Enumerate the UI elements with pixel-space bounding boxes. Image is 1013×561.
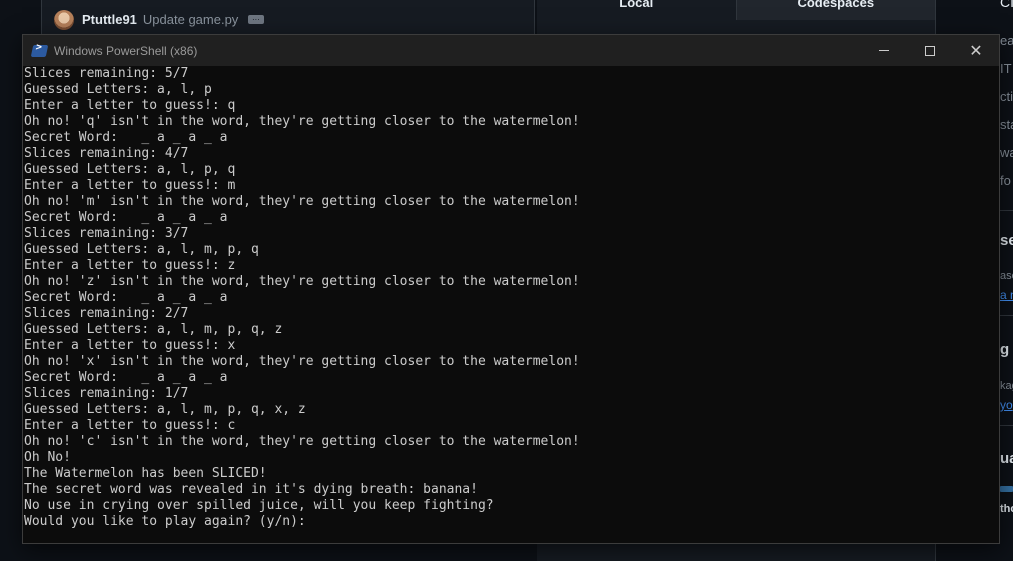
console-line: Enter a letter to guess!: x [24,338,236,353]
console-line: Slices remaining: 3/7 [24,226,189,241]
console-line: Enter a letter to guess!: q [24,98,236,113]
console-line: Slices remaining: 1/7 [24,386,189,401]
powershell-window: Windows PowerShell (x86) ✕ Slices remain… [22,34,1000,544]
about-title: CISC 1 [1000,0,1013,10]
console-line: Enter a letter to guess!: z [24,258,236,273]
close-button[interactable]: ✕ [953,35,999,66]
maximize-button[interactable] [907,35,953,66]
languages-heading: ua [1000,450,1013,467]
language-bar [1000,486,1013,492]
packages-heading: g [1000,341,1010,358]
more-icon[interactable]: … [248,14,265,24]
section-divider [1000,315,1013,316]
console-line: Slices remaining: 5/7 [24,66,189,81]
console-line: Oh no! 'q' isn't in the word, they're ge… [24,114,580,129]
console-line: Oh no! 'm' isn't in the word, they're ge… [24,194,580,209]
console-line: No use in crying over spilled juice, wil… [24,498,494,513]
window-titlebar[interactable]: Windows PowerShell (x86) ✕ [23,35,999,66]
releases-text: ase [1000,270,1013,282]
console-line: Oh No! [24,450,71,465]
packages-link[interactable]: yo [1000,398,1013,412]
console-line: Oh no! 'z' isn't in the word, they're ge… [24,274,580,289]
releases-heading: se [1000,232,1013,249]
avatar[interactable] [54,9,74,30]
language-label: tho [1000,503,1013,515]
console-output[interactable]: Slices remaining: 5/7 Guessed Letters: a,… [23,66,999,536]
tab-local[interactable]: Local [537,0,736,20]
close-icon: ✕ [969,40,983,60]
window-controls: ✕ [861,35,999,66]
commit-message[interactable]: Update game.py [143,12,238,27]
packages-text: kag [1000,380,1013,392]
console-line: Slices remaining: 2/7 [24,306,189,321]
console-line: Guessed Letters: a, l, m, p, q [24,242,259,257]
about-line: wa [1000,145,1013,160]
maximize-icon [925,45,935,56]
window-title: Windows PowerShell (x86) [54,43,198,58]
section-divider [1000,210,1013,211]
console-line: Guessed Letters: a, l, p [24,82,212,97]
console-line: Secret Word: _ a _ a _ a [24,370,228,385]
console-line: Guessed Letters: a, l, m, p, q, z [24,322,283,337]
console-line: Enter a letter to guess!: m [24,178,236,193]
console-line: Guessed Letters: a, l, m, p, q, x, z [24,402,306,417]
about-line: IT [1000,61,1012,76]
section-divider [1000,425,1013,426]
about-line: cti [1000,89,1013,104]
minimize-icon [879,50,889,51]
code-tabs: Local Codespaces [537,0,935,21]
commit-author[interactable]: Ptuttle91 [82,12,137,27]
minimize-button[interactable] [861,35,907,66]
console-line: Oh no! 'x' isn't in the word, they're ge… [24,354,580,369]
console-line: The Watermelon has been SLICED! [24,466,267,481]
console-line: Guessed Letters: a, l, p, q [24,162,236,177]
console-line: The secret word was revealed in it's dyi… [24,482,478,497]
console-line: Slices remaining: 4/7 [24,146,189,161]
about-line: fo [1000,173,1011,188]
about-line: sta [1000,117,1013,132]
console-line: Enter a letter to guess!: c [24,418,236,433]
tab-codespaces[interactable]: Codespaces [735,0,935,20]
releases-link[interactable]: a n [1000,288,1013,302]
console-line: Secret Word: _ a _ a _ a [24,130,228,145]
console-line: Secret Word: _ a _ a _ a [24,290,228,305]
console-line: Oh no! 'c' isn't in the word, they're ge… [24,434,580,449]
about-line: ea [1000,33,1013,48]
console-line: Secret Word: _ a _ a _ a [24,210,228,225]
console-line: Would you like to play again? (y/n): [24,514,306,529]
powershell-icon[interactable] [30,44,49,57]
